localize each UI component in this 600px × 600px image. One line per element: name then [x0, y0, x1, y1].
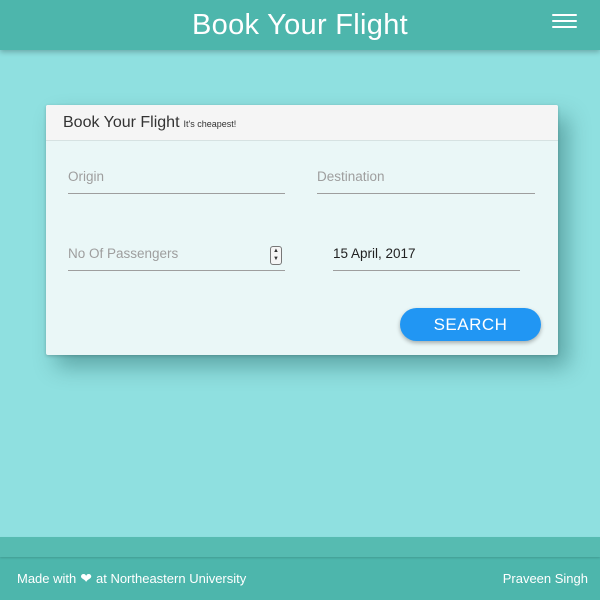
card-subtitle: It's cheapest!	[183, 119, 237, 129]
page-title: Book Your Flight	[192, 8, 408, 41]
date-field[interactable]: 15 April, 2017	[333, 240, 520, 271]
search-button[interactable]: SEARCH	[400, 308, 541, 341]
booking-card: Book Your Flight It's cheapest! Origin D…	[46, 105, 558, 355]
hamburger-menu-icon[interactable]	[552, 14, 577, 34]
footer-made-with: Made with	[17, 571, 77, 586]
page-footer: Made with ❤ at Northeastern University P…	[0, 537, 600, 600]
footer-author: Praveen Singh	[502, 571, 588, 586]
date-value: 15 April, 2017	[333, 246, 416, 261]
app-header: Book Your Flight	[0, 0, 600, 50]
passengers-placeholder: No Of Passengers	[68, 246, 179, 261]
card-title: Book Your Flight	[63, 113, 180, 131]
passengers-field[interactable]: No Of Passengers ▲ ▼	[68, 240, 285, 271]
destination-field[interactable]: Destination	[317, 163, 535, 194]
footer-university: at Northeastern University	[95, 571, 247, 586]
card-header: Book Your Flight It's cheapest!	[46, 105, 558, 141]
heart-icon: ❤	[80, 570, 92, 586]
origin-placeholder: Origin	[68, 169, 105, 184]
footer-top-band	[0, 537, 600, 557]
destination-placeholder: Destination	[317, 169, 385, 184]
footer-credit: Made with ❤ at Northeastern University	[17, 571, 246, 586]
origin-field[interactable]: Origin	[68, 163, 285, 194]
passenger-stepper-icon[interactable]: ▲ ▼	[270, 246, 282, 265]
